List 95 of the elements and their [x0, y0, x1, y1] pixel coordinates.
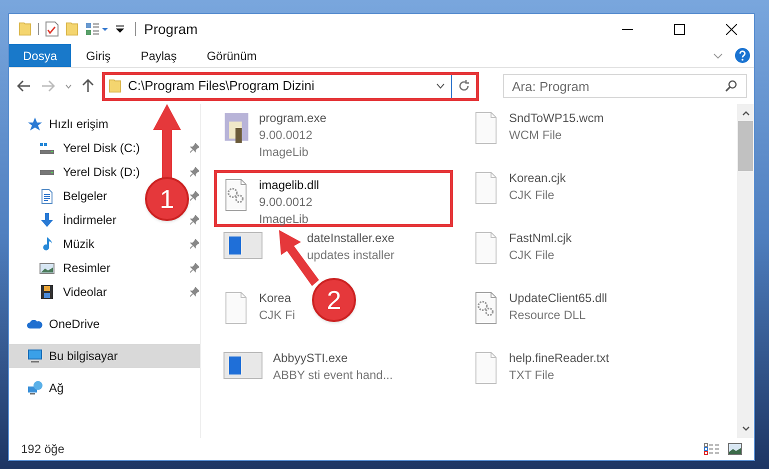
maximize-icon [674, 24, 684, 34]
monitor-icon [27, 349, 43, 363]
ribbon-tab[interactable]: Görünüm [192, 44, 272, 67]
file-detail: ImageLib [259, 144, 310, 161]
scroll-down-icon[interactable] [742, 426, 750, 431]
ribbon-tab[interactable]: Dosya [9, 44, 72, 67]
recent-caret-icon[interactable] [65, 84, 72, 88]
program-icon[interactable] [223, 112, 249, 144]
nav-label[interactable]: Belgeler [63, 187, 108, 205]
nav-label[interactable]: Müzik [63, 235, 94, 253]
star-icon [27, 116, 43, 132]
file-icon[interactable] [473, 172, 499, 204]
file-detail: Resource DLL [509, 307, 587, 324]
new-folder-icon[interactable] [65, 22, 79, 36]
window-icon[interactable] [223, 352, 263, 379]
help-icon[interactable] [735, 48, 750, 63]
file-detail: CJK File [509, 247, 556, 264]
file-detail: ImageLib [259, 211, 310, 228]
forward-arrow-icon[interactable] [41, 80, 55, 92]
nav-item[interactable]: Bu bilgisayar [9, 344, 200, 368]
music-note-icon [42, 237, 52, 251]
scroll-up-icon[interactable] [742, 111, 750, 116]
customize-caret-icon[interactable] [115, 24, 125, 34]
file-icon[interactable] [473, 232, 499, 264]
cloud-icon [27, 320, 43, 328]
nav-label: Bu bilgisayar [49, 348, 118, 365]
nav-label[interactable]: Resimler [63, 259, 110, 277]
file-icon[interactable] [473, 112, 499, 144]
pin-icon[interactable] [190, 191, 199, 201]
ribbon-tab[interactable]: Giriş [71, 44, 126, 67]
pin-icon[interactable] [190, 287, 199, 297]
file-name[interactable]: program.exe [259, 110, 326, 127]
details-view-icon[interactable] [704, 443, 720, 455]
ribbon-tab[interactable]: Paylaş [126, 44, 192, 67]
drive-icon [39, 170, 55, 174]
expand-ribbon-icon[interactable] [713, 52, 723, 58]
film-icon [41, 285, 53, 299]
search-field[interactable]: Ara: Program [503, 74, 747, 98]
picture-icon [39, 262, 55, 274]
file-name[interactable]: UpdateClient65.dll [509, 290, 608, 307]
file-name[interactable]: help.fineReader.txt [509, 350, 610, 367]
document-icon [41, 188, 53, 204]
folder-icon [108, 79, 122, 93]
pin-icon[interactable] [190, 167, 199, 177]
up-arrow-icon[interactable] [82, 79, 94, 93]
pin-icon[interactable] [190, 263, 199, 273]
nav-label: Hızlı erişim [49, 116, 108, 133]
file-detail: ABBY sti event hand... [273, 367, 393, 384]
file-name[interactable]: SndToWP15.wcm [509, 110, 604, 127]
back-arrow-icon[interactable] [17, 80, 31, 92]
large-icons-view-icon[interactable] [728, 443, 742, 455]
nav-label[interactable]: Yerel Disk (C:) [63, 139, 140, 157]
address-path: C:\Program Files\Program Dizini [128, 77, 314, 96]
download-arrow-icon [41, 213, 53, 227]
view-icon[interactable] [85, 22, 109, 36]
file-detail: 9.00.0012 [259, 194, 314, 211]
file-name[interactable]: Korean.cjk [509, 170, 566, 187]
item-count: 192 öğe [21, 441, 64, 458]
network-icon [27, 381, 43, 395]
nav-label: OneDrive [49, 316, 100, 333]
file-name[interactable]: FastNml.cjk [509, 230, 572, 247]
file-name[interactable]: Korea [259, 290, 295, 307]
file-name[interactable]: imagelib.dll [259, 177, 320, 194]
file-detail: CJK File [509, 187, 556, 204]
file-icon[interactable] [473, 352, 499, 384]
folder-icon[interactable] [18, 22, 32, 36]
file-detail: 9.00.0012 [259, 127, 314, 144]
file-detail: updates installer [307, 247, 394, 264]
minimize-icon [622, 28, 632, 30]
file-detail: TXT File [509, 367, 556, 384]
pin-icon[interactable] [190, 143, 199, 153]
file-detail: CJK Fi [259, 307, 295, 324]
pin-icon[interactable] [190, 239, 199, 249]
nav-label[interactable]: Yerel Disk (D:) [63, 163, 140, 181]
drive-icon [39, 142, 55, 154]
address-bar[interactable]: C:\Program Files\Program Dizini [105, 74, 476, 98]
file-detail: WCM File [509, 127, 563, 144]
scroll-thumb[interactable] [738, 121, 753, 171]
refresh-icon[interactable] [458, 80, 470, 92]
close-icon [726, 24, 736, 34]
dropdown-caret-icon[interactable] [436, 83, 445, 89]
nav-label: Ağ [49, 380, 64, 397]
file-icon[interactable] [223, 292, 249, 324]
window-title: Program [144, 20, 198, 39]
nav-label[interactable]: İndirmeler [63, 211, 116, 229]
nav-label[interactable]: Videolar [63, 283, 107, 301]
search-icon [725, 80, 737, 92]
gear-file-icon[interactable] [223, 179, 249, 211]
file-name[interactable]: AbbyySTI.exe [273, 350, 393, 367]
scrollbar[interactable] [737, 104, 754, 438]
window-icon[interactable] [223, 232, 263, 259]
pin-icon[interactable] [190, 215, 199, 225]
properties-icon[interactable] [45, 21, 59, 37]
gear-file-icon[interactable] [473, 292, 499, 324]
file-name[interactable]: dateInstaller.exe [307, 230, 394, 247]
